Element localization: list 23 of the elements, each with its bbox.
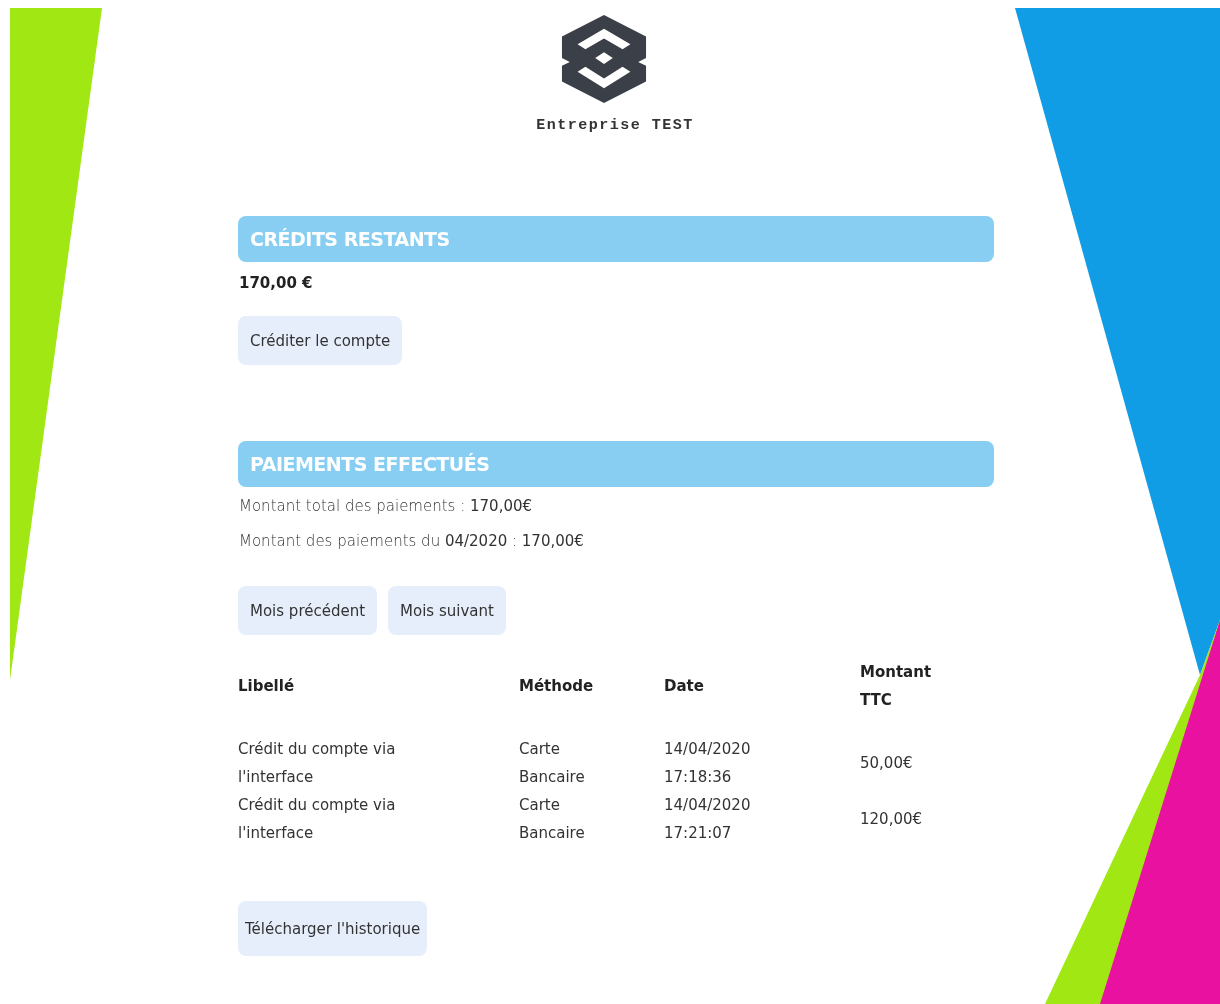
section-heading: CRÉDITS RESTANTS — [238, 216, 994, 262]
column-header: Montant TTC — [860, 662, 933, 711]
column-header: Méthode — [519, 676, 594, 697]
payment-summary: Montant des paiements du 04/2020 : 170,00€ — [239, 532, 585, 550]
table-cell-text: 14/04/2020 17:21:07 — [664, 795, 752, 844]
table-cell-text: 120,00€ — [860, 809, 923, 830]
table-cell-text: 50,00€ — [860, 753, 913, 774]
table-cell-text: Crédit du compte via l'interface — [238, 739, 397, 788]
month-nav-button[interactable]: Mois suivant — [388, 586, 506, 635]
table-cell-text: 14/04/2020 17:18:36 — [664, 739, 752, 788]
payment-summary: Montant total des paiements : 170,00€ — [239, 497, 534, 515]
download-history-button[interactable]: Télécharger l'historique — [238, 901, 428, 956]
column-header: Date — [664, 676, 704, 697]
section-heading: PAIEMENTS EFFECTUÉS — [238, 441, 994, 487]
credit-account-button[interactable]: Créditer le compte — [238, 316, 403, 365]
company-name: Entreprise TEST — [536, 117, 694, 134]
table-cell-text: Carte Bancaire — [519, 739, 586, 788]
month-nav-button[interactable]: Mois précédent — [238, 586, 378, 635]
table-cell-text: Crédit du compte via l'interface — [238, 795, 397, 844]
column-header: Libellé — [238, 676, 295, 697]
table-cell-text: Carte Bancaire — [519, 795, 586, 844]
credit-amount: 170,00 € — [239, 274, 314, 292]
logo-icon — [560, 15, 648, 103]
